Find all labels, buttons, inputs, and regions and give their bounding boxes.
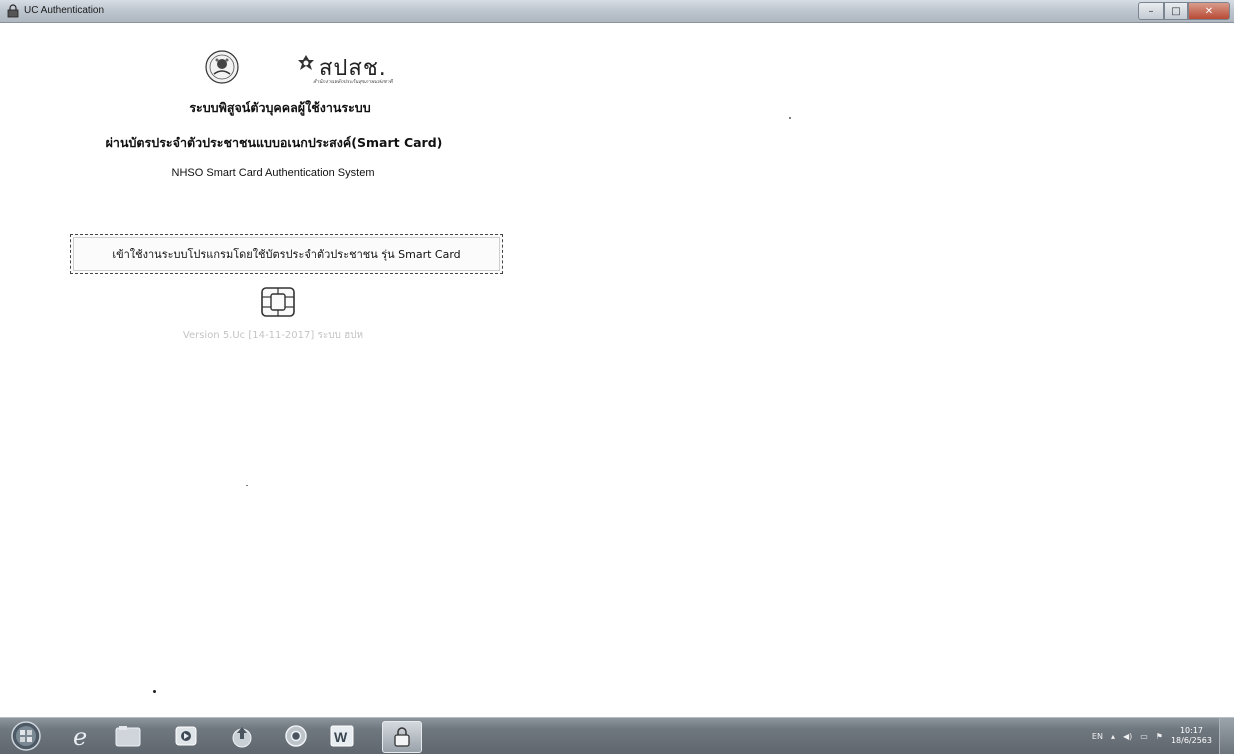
dust-speck: [789, 117, 791, 119]
tray-expand-icon[interactable]: ▴: [1111, 732, 1115, 741]
window-title-bar[interactable]: UC Authentication – □ ✕: [0, 0, 1234, 23]
page-title-line2: ผ่านบัตรประจำตัวประชาชนแบบอเนกประสงค์(Sm…: [105, 135, 443, 150]
clock[interactable]: 10:17 18/6/2563: [1171, 726, 1212, 746]
media-player-icon[interactable]: [170, 721, 202, 751]
word-icon[interactable]: W: [326, 721, 358, 751]
lock-app-icon: [7, 4, 19, 18]
version-label: Version 5.Uc [14-11-2017] ระบบ ฮปห: [182, 330, 364, 341]
smart-card-login-label: เข้าใช้งานระบบโปรแกรมโดยใช้บัตรประจำตัวป…: [112, 248, 461, 261]
volume-icon[interactable]: ◀): [1123, 732, 1132, 741]
internet-explorer-icon[interactable]: e: [66, 721, 98, 751]
minimize-button[interactable]: –: [1138, 2, 1164, 20]
network-icon[interactable]: ▭: [1140, 732, 1148, 741]
page-title-line1: ระบบพิสูจน์ตัวบุคคลผู้ใช้งานระบบ: [189, 100, 371, 115]
svg-text:e: e: [73, 723, 87, 749]
logo-area: สปสช. สำนักงานหลักประกันสุขภาพแห่งชาติ: [205, 50, 405, 90]
chrome-icon[interactable]: [280, 721, 312, 751]
window-title: UC Authentication: [24, 5, 105, 16]
file-explorer-icon[interactable]: [112, 721, 144, 751]
action-center-flag-icon[interactable]: ⚑: [1156, 732, 1163, 741]
language-indicator[interactable]: EN: [1092, 732, 1103, 741]
clock-time: 10:17: [1179, 726, 1204, 735]
svg-text:W: W: [334, 729, 348, 745]
smart-card-login-button[interactable]: เข้าใช้งานระบบโปรแกรมโดยใช้บัตรประจำตัวป…: [70, 234, 503, 274]
dust-speck: [153, 690, 156, 693]
close-button[interactable]: ✕: [1188, 2, 1230, 20]
dust-speck: [246, 485, 248, 486]
uc-auth-lock-icon[interactable]: [382, 721, 422, 753]
page-subtitle-english: NHSO Smart Card Authentication System: [171, 167, 375, 179]
start-orb-icon[interactable]: [10, 720, 42, 752]
taskbar: e W EN ▴ ◀) ▭ ⚑ 10:17 18/6/2563: [0, 717, 1234, 754]
maximize-button[interactable]: □: [1164, 2, 1188, 20]
uploader-icon[interactable]: [226, 721, 258, 751]
nhso-logo-subtitle: สำนักงานหลักประกันสุขภาพแห่งชาติ: [313, 79, 393, 85]
clock-date: 18/6/2563: [1170, 736, 1212, 745]
show-desktop-button[interactable]: [1219, 718, 1234, 754]
government-seal-icon: [205, 50, 239, 84]
smart-card-chip-icon: [261, 287, 295, 317]
nhso-logo-icon: [298, 55, 314, 70]
system-tray: EN ▴ ◀) ▭ ⚑ 10:17 18/6/2563: [1092, 722, 1212, 750]
